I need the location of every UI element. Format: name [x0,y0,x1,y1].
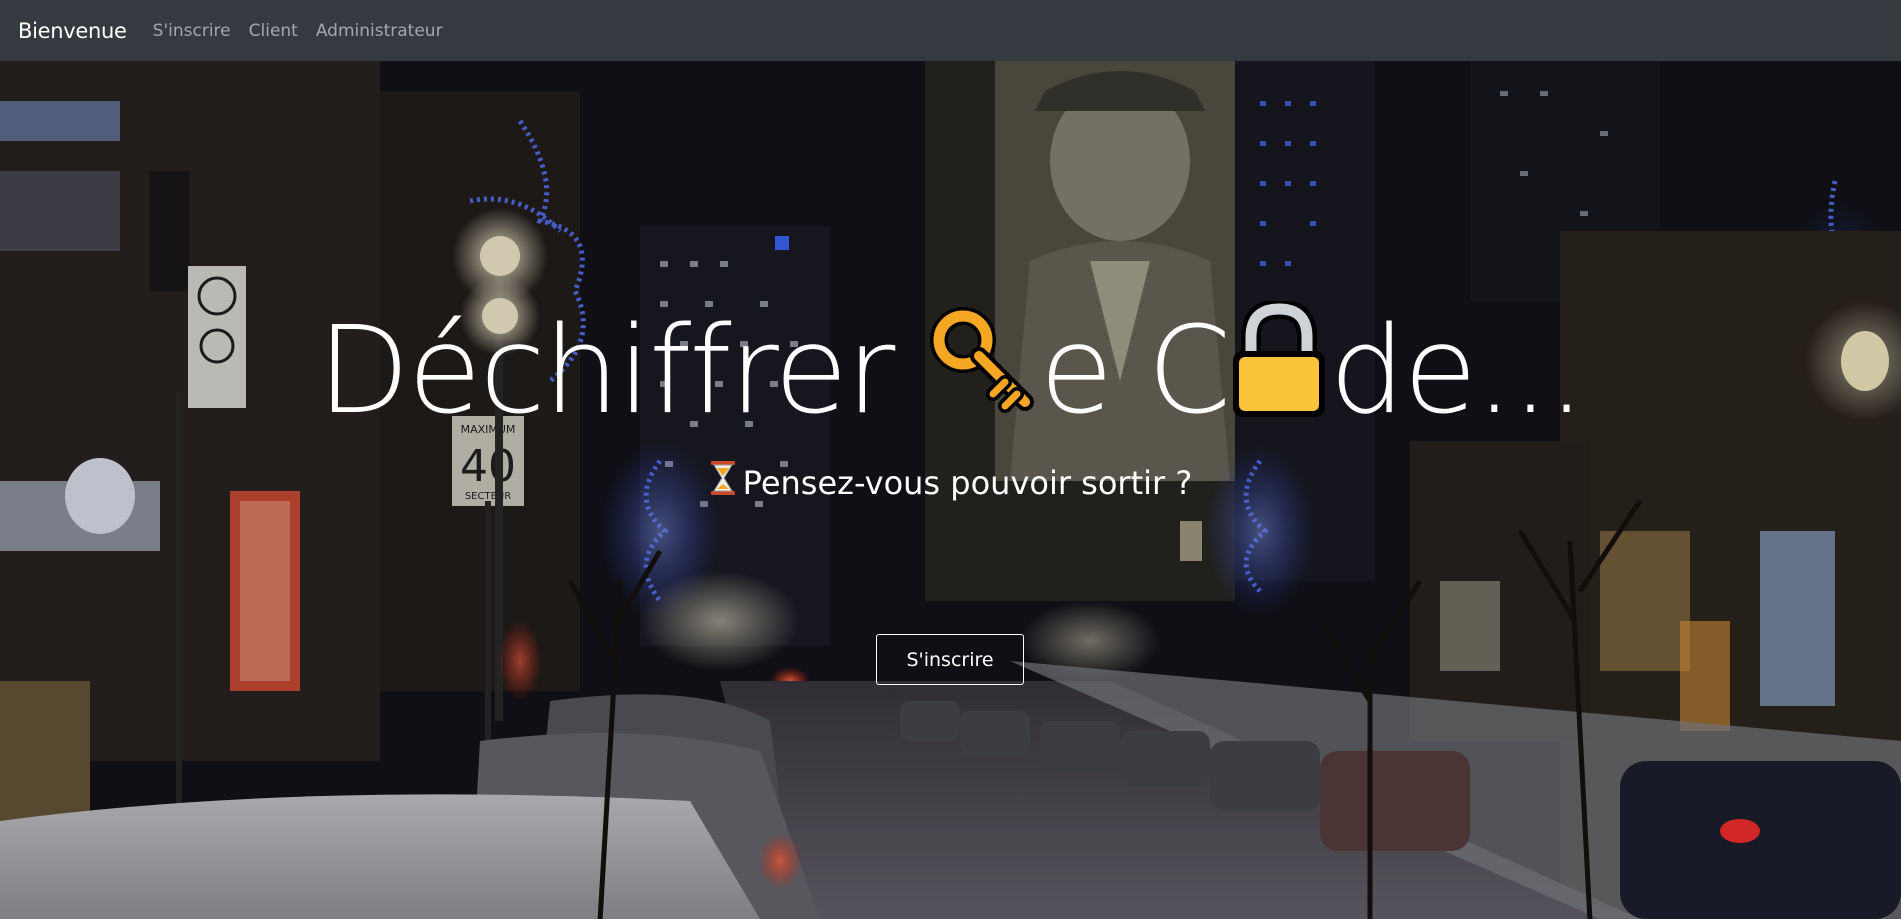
title-part-1: Déchiffrer [317,301,930,441]
title-part-3: de... [1329,301,1585,441]
lock-icon [1229,298,1329,441]
nav-link-client[interactable]: Client [249,21,298,41]
nav-link-administrateur[interactable]: Administrateur [316,21,443,41]
register-button[interactable]: S'inscrire [876,634,1024,685]
brand-link[interactable]: Bienvenue [18,19,127,43]
title-part-2: e C [1039,301,1231,441]
top-navbar: Bienvenue S'inscrire Client Administrate… [0,0,1901,61]
hourglass-icon [709,460,737,504]
key-icon [929,306,1039,436]
nav-link-sinscrire[interactable]: S'inscrire [153,21,231,41]
hero-title: Déchiffrer e C de... [0,298,1901,449]
hero-section: MAXIMUM 40 SECTEUR Déchiffrer e C de... … [0,61,1901,919]
hero-subtitle: Pensez-vous pouvoir sortir ? [0,460,1901,507]
subtitle-text: Pensez-vous pouvoir sortir ? [742,464,1193,502]
